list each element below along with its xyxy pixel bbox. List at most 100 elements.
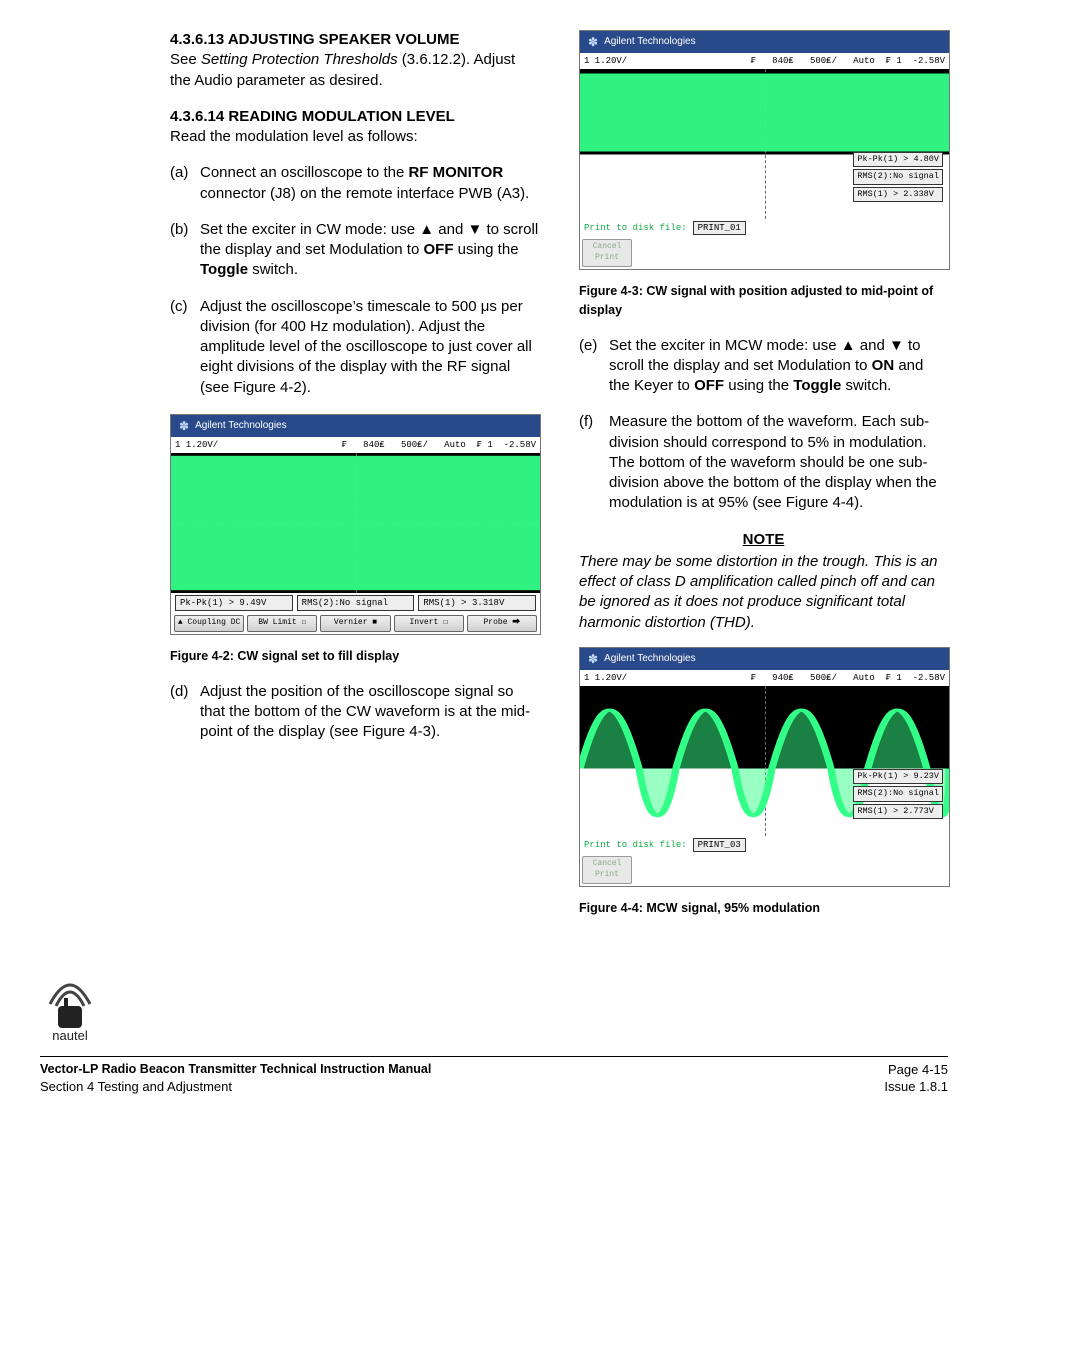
- readout-pkpk: Pk-Pk(1) > 4.80V: [853, 152, 943, 167]
- text: Connect an oscilloscope to the RF MONITO…: [200, 163, 539, 204]
- marker: (f): [579, 412, 609, 513]
- scope-header: 1 1.20V/ ₣ 840₤ 500₤/ Auto ₣ 1 -2.58V: [171, 437, 540, 453]
- readout-pkpk: Pk-Pk(1) > 9.49V: [175, 595, 293, 611]
- scope-plot: Pk-Pk(1) > 9.23V RMS(2):No signal RMS(1)…: [580, 686, 949, 836]
- list-item-b: (b) Set the exciter in CW mode: use ▲ an…: [170, 220, 539, 281]
- softkey-vernier[interactable]: Vernier ■: [320, 615, 390, 632]
- text: Adjust the position of the oscilloscope …: [200, 682, 539, 743]
- readout-rms2: RMS(2):No signal: [853, 786, 943, 801]
- cancel-print-button[interactable]: Cancel Print: [582, 856, 632, 884]
- marker: (e): [579, 336, 609, 397]
- footer-title: Vector-LP Radio Beacon Transmitter Techn…: [40, 1061, 431, 1079]
- figure-4-3-caption: Figure 4-3: CW signal with position adju…: [579, 282, 948, 320]
- softkey-probe[interactable]: Probe ⮕: [467, 615, 537, 632]
- spark-icon: ✽: [179, 418, 189, 434]
- softkey-coupling[interactable]: ▲ Coupling DC: [174, 615, 244, 632]
- page-number: Page 4-15: [888, 1061, 948, 1079]
- heading-4-3-6-14: 4.3.6.14 READING MODULATION LEVEL: [170, 107, 539, 127]
- right-column: ✽ Agilent Technologies 1 1.20V/ ₣ 840₤ 50…: [579, 30, 948, 934]
- print-row: Print to disk file: PRINT_01: [580, 219, 949, 237]
- print-label: Print to disk file:: [584, 839, 687, 851]
- marker: (b): [170, 220, 200, 281]
- hdr-right: ₣ 840₤ 500₤/ Auto ₣ 1 -2.58V: [751, 55, 945, 67]
- marker: (a): [170, 163, 200, 204]
- scope-plot: Pk-Pk(1) > 4.80V RMS(2):No signal RMS(1)…: [580, 69, 949, 219]
- figure-4-2-scope: ✽ Agilent Technologies 1 1.20V/ ₣ 840₤ 50…: [170, 414, 541, 635]
- scope-plot: [171, 453, 540, 593]
- t: using the: [453, 241, 518, 258]
- figure-4-4-caption: Figure 4-4: MCW signal, 95% modulation: [579, 899, 948, 918]
- footer: nautel Vector-LP Radio Beacon Transmitte…: [40, 974, 948, 1096]
- t: switch.: [841, 377, 891, 394]
- note-heading: NOTE: [579, 530, 948, 550]
- marker: (c): [170, 297, 200, 398]
- softkey-invert[interactable]: Invert ☐: [394, 615, 464, 632]
- readout-rms2: RMS(2):No signal: [297, 595, 415, 611]
- hdr-right: ₣ 840₤ 500₤/ Auto ₣ 1 -2.58V: [342, 439, 536, 451]
- list-item-e: (e) Set the exciter in MCW mode: use ▲ a…: [579, 336, 948, 397]
- readout-rms1: RMS(1) > 3.318V: [418, 595, 536, 611]
- readout-rms2: RMS(2):No signal: [853, 169, 943, 184]
- scope-header: 1 1.20V/ ₣ 940₤ 500₤/ Auto ₣ 1 -2.58V: [580, 670, 949, 686]
- text: See: [170, 51, 201, 68]
- logo-icon: nautel: [40, 974, 100, 1042]
- para-speaker-volume: See Setting Protection Thresholds (3.6.1…: [170, 50, 539, 91]
- hdr-left: 1 1.20V/: [584, 672, 751, 684]
- cancel-print-button[interactable]: Cancel Print: [582, 239, 632, 267]
- softkey-bwlimit[interactable]: BW Limit ☐: [247, 615, 317, 632]
- t: using the: [724, 377, 793, 394]
- readout-pkpk: Pk-Pk(1) > 9.23V: [853, 769, 943, 784]
- readout-row: Pk-Pk(1) > 9.49V RMS(2):No signal RMS(1)…: [171, 593, 540, 613]
- scope-title: ✽ Agilent Technologies: [171, 415, 540, 437]
- bold: RF MONITOR: [408, 164, 503, 181]
- text: Set the exciter in MCW mode: use ▲ and ▼…: [609, 336, 948, 397]
- hdr-right: ₣ 940₤ 500₤/ Auto ₣ 1 -2.58V: [751, 672, 945, 684]
- bold: Toggle: [793, 377, 841, 394]
- ref-italic: Setting Protection Thresholds: [201, 51, 398, 68]
- readout-rms1: RMS(1) > 2.773V: [853, 804, 943, 819]
- spark-icon: ✽: [588, 34, 598, 50]
- nautel-logo: nautel: [40, 974, 100, 1048]
- hdr-left: 1 1.20V/: [175, 439, 342, 451]
- softkey-row: ▲ Coupling DC BW Limit ☐ Vernier ■ Inver…: [171, 613, 540, 634]
- spark-icon: ✽: [588, 651, 598, 667]
- figure-4-2-caption: Figure 4-2: CW signal set to fill displa…: [170, 647, 539, 666]
- brand: Agilent Technologies: [604, 35, 696, 49]
- figure-4-4-scope: ✽ Agilent Technologies 1 1.20V/ ₣ 940₤ 50…: [579, 647, 950, 887]
- heading-4-3-6-13: 4.3.6.13 ADJUSTING SPEAKER VOLUME: [170, 30, 539, 50]
- footer-rule: [40, 1056, 948, 1057]
- figure-4-3-scope: ✽ Agilent Technologies 1 1.20V/ ₣ 840₤ 50…: [579, 30, 950, 270]
- list-item-c: (c) Adjust the oscilloscope’s timescale …: [170, 297, 539, 398]
- bold: ON: [872, 357, 895, 374]
- print-file: PRINT_03: [693, 838, 746, 852]
- print-file: PRINT_01: [693, 221, 746, 235]
- readout-stack: Pk-Pk(1) > 4.80V RMS(2):No signal RMS(1)…: [853, 152, 943, 202]
- bold: OFF: [423, 241, 453, 258]
- scope-title: ✽ Agilent Technologies: [580, 648, 949, 670]
- issue-label: Issue 1.8.1: [884, 1078, 948, 1096]
- footer-line-1: Vector-LP Radio Beacon Transmitter Techn…: [40, 1061, 948, 1079]
- list-item-d: (d) Adjust the position of the oscillosc…: [170, 682, 539, 743]
- bold: Toggle: [200, 261, 248, 278]
- bold: OFF: [694, 377, 724, 394]
- list-item-f: (f) Measure the bottom of the waveform. …: [579, 412, 948, 513]
- readout-rms1: RMS(1) > 2.338V: [853, 187, 943, 202]
- t: switch.: [248, 261, 298, 278]
- note-body: There may be some distortion in the trou…: [579, 552, 948, 633]
- two-column-layout: 4.3.6.13 ADJUSTING SPEAKER VOLUME See Se…: [40, 30, 948, 934]
- footer-line-2: Section 4 Testing and Adjustment Issue 1…: [40, 1078, 948, 1096]
- brand: Agilent Technologies: [195, 419, 287, 433]
- text: Adjust the oscilloscope’s timescale to 5…: [200, 297, 539, 398]
- t: connector (J8) on the remote interface P…: [200, 185, 529, 202]
- list-item-a: (a) Connect an oscilloscope to the RF MO…: [170, 163, 539, 204]
- print-row: Print to disk file: PRINT_03: [580, 836, 949, 854]
- scope-header: 1 1.20V/ ₣ 840₤ 500₤/ Auto ₣ 1 -2.58V: [580, 53, 949, 69]
- print-label: Print to disk file:: [584, 222, 687, 234]
- t: Connect an oscilloscope to the: [200, 164, 408, 181]
- left-column: 4.3.6.13 ADJUSTING SPEAKER VOLUME See Se…: [40, 30, 539, 934]
- section-label: Section 4 Testing and Adjustment: [40, 1078, 232, 1096]
- text: Measure the bottom of the waveform. Each…: [609, 412, 948, 513]
- logo-text: nautel: [52, 1028, 88, 1042]
- waveform-icon: [171, 453, 540, 593]
- brand: Agilent Technologies: [604, 652, 696, 666]
